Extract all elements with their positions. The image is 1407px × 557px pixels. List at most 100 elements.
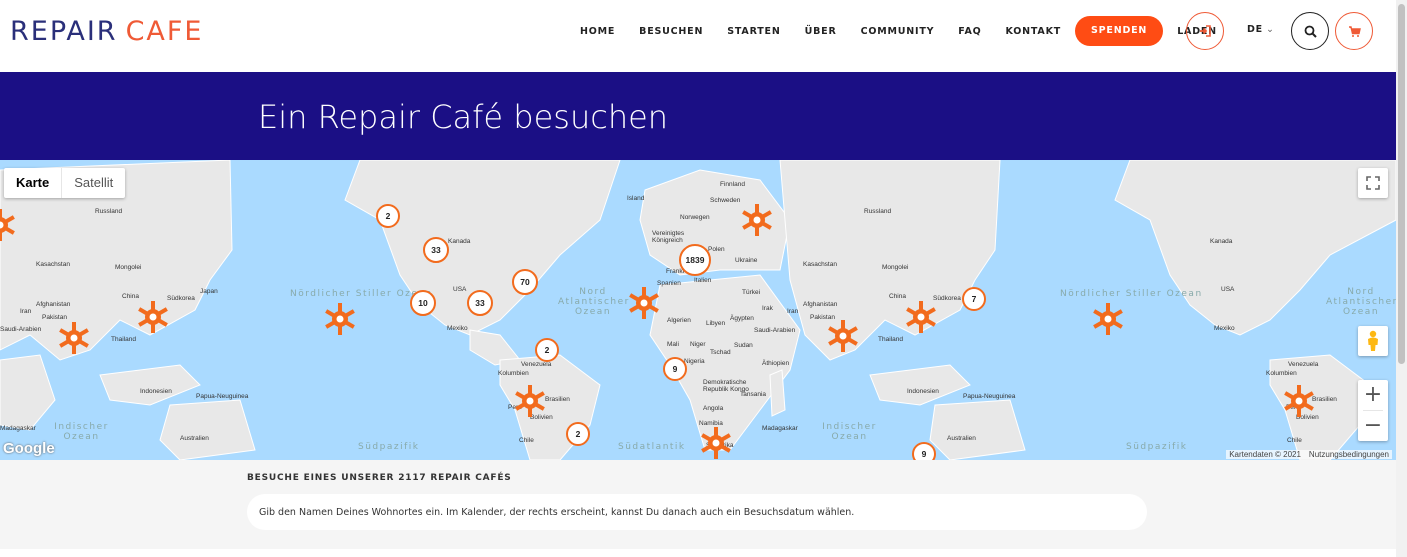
repair-cafe-gear-icon[interactable]: [627, 286, 661, 320]
repair-cafe-gear-icon[interactable]: [136, 300, 170, 334]
map-label: Chile: [519, 437, 534, 444]
ocean-label: Nord Atlantischer Ozean: [558, 287, 630, 317]
language-selector[interactable]: DE ⌄: [1247, 24, 1275, 35]
repair-cafe-map[interactable]: Russland Kasachstan Mongolei China Japan…: [0, 160, 1396, 460]
fullscreen-button[interactable]: [1358, 168, 1388, 198]
google-logo[interactable]: Google: [3, 440, 55, 457]
nav-uber[interactable]: ÜBER: [805, 26, 837, 37]
zoom-control: + −: [1358, 380, 1388, 441]
repair-cafe-gear-icon[interactable]: [740, 203, 774, 237]
terms-link[interactable]: Nutzungsbedingungen: [1309, 450, 1389, 459]
map-label: Iran: [20, 308, 32, 315]
map-label: Russland: [864, 208, 892, 215]
map-cluster[interactable]: 10: [410, 290, 436, 316]
map-label: Niger: [690, 341, 706, 348]
location-search-input[interactable]: [247, 494, 1147, 530]
repair-cafe-gear-icon[interactable]: [1091, 302, 1125, 336]
map-cluster[interactable]: 7: [962, 287, 986, 311]
ocean-label: Indischer Ozean: [822, 422, 877, 442]
nav-starten[interactable]: STARTEN: [727, 26, 780, 37]
map-label: Japan: [200, 288, 218, 295]
map-label: USA: [453, 286, 467, 293]
cart-button[interactable]: [1335, 12, 1373, 50]
nav-home[interactable]: HOME: [580, 26, 615, 37]
donate-button[interactable]: SPENDEN: [1075, 16, 1164, 46]
map-label: Äthiopien: [762, 360, 790, 367]
nav-community[interactable]: COMMUNITY: [861, 26, 935, 37]
map-cluster[interactable]: 9: [663, 357, 687, 381]
search-button[interactable]: [1291, 12, 1329, 50]
map-cluster[interactable]: 33: [423, 237, 449, 263]
map-data-credit: Kartendaten © 2021: [1229, 450, 1301, 459]
map-label: Pakistan: [42, 314, 67, 321]
map-cluster[interactable]: 33: [467, 290, 493, 316]
map-label: Mexiko: [447, 325, 468, 332]
ocean-label: Indischer Ozean: [54, 422, 109, 442]
chevron-down-icon: ⌄: [1265, 24, 1275, 35]
map-cluster[interactable]: 2: [376, 204, 400, 228]
map-cluster[interactable]: 70: [512, 269, 538, 295]
nav-faq[interactable]: FAQ: [958, 26, 981, 37]
map-label: Madagaskar: [0, 425, 36, 432]
site-logo[interactable]: REPAIR CAFE: [10, 16, 204, 47]
login-button[interactable]: [1186, 12, 1224, 50]
repair-cafe-gear-icon[interactable]: [57, 321, 91, 355]
map-label: Kanada: [1210, 238, 1233, 245]
zoom-out-button[interactable]: −: [1358, 411, 1388, 441]
map-label: Finnland: [720, 181, 745, 188]
map-type-satellite-button[interactable]: Satellit: [61, 168, 125, 198]
map-label: Island: [627, 195, 645, 202]
main-nav: HOME BESUCHEN STARTEN ÜBER COMMUNITY FAQ…: [568, 16, 1229, 46]
repair-cafe-gear-icon[interactable]: [323, 302, 357, 336]
repair-cafe-gear-icon[interactable]: [826, 319, 860, 353]
map-label: China: [889, 293, 906, 300]
map-label: Libyen: [706, 320, 726, 327]
street-view-button[interactable]: [1358, 326, 1388, 356]
search-icon: [1304, 25, 1317, 38]
page-scrollbar[interactable]: [1396, 0, 1407, 557]
logo-text-repair: REPAIR: [10, 16, 118, 47]
map-label: Australien: [180, 435, 209, 442]
map-label: Russland: [95, 208, 123, 215]
repair-cafe-gear-icon[interactable]: [904, 300, 938, 334]
map-label: Mexiko: [1214, 325, 1235, 332]
map-cluster[interactable]: 9: [912, 442, 936, 460]
map-label: Kanada: [448, 238, 471, 245]
page-title: Ein Repair Café besuchen: [258, 98, 669, 136]
map-label: Tansania: [740, 391, 767, 398]
scrollbar-thumb[interactable]: [1398, 4, 1405, 364]
map-label: Australien: [947, 435, 976, 442]
repair-cafe-gear-icon[interactable]: [1282, 384, 1316, 418]
repair-cafe-gear-icon[interactable]: [0, 208, 17, 242]
map-label: Kolumbien: [498, 370, 529, 377]
map-label: Iran: [787, 308, 799, 315]
map-label: Kasachstan: [803, 261, 837, 268]
map-label: Thailand: [111, 336, 136, 343]
repair-cafe-gear-icon[interactable]: [699, 426, 733, 460]
nav-kontakt[interactable]: KONTAKT: [1006, 26, 1062, 37]
map-label: Mali: [667, 341, 679, 348]
map-label: Schweden: [710, 197, 741, 204]
map-type-control: Karte Satellit: [4, 168, 126, 198]
pegman-icon: [1368, 330, 1378, 351]
map-label: Angola: [703, 405, 724, 412]
map-cluster[interactable]: 1839: [679, 244, 711, 276]
repair-cafe-gear-icon[interactable]: [513, 384, 547, 418]
map-label: Tschad: [710, 349, 731, 356]
language-current: DE: [1247, 24, 1263, 35]
map-label: China: [122, 293, 139, 300]
map-label: Saudi-Arabien: [754, 327, 796, 334]
map-label: Kolumbien: [1266, 370, 1297, 377]
map-label: Madagaskar: [762, 425, 798, 432]
map-cluster[interactable]: 2: [566, 422, 590, 446]
map-label: Venezuela: [521, 361, 552, 368]
zoom-in-button[interactable]: +: [1358, 380, 1388, 410]
map-label: Nigeria: [684, 358, 705, 365]
nav-besuchen[interactable]: BESUCHEN: [639, 26, 703, 37]
map-label: Papua-Neuguinea: [963, 393, 1016, 400]
map-label: Südkorea: [167, 295, 195, 302]
map-cluster[interactable]: 2: [535, 338, 559, 362]
ocean-label: Südatlantik: [618, 442, 686, 452]
map-label: Vereinigtes Königreich: [652, 230, 685, 244]
map-type-map-button[interactable]: Karte: [4, 168, 61, 198]
